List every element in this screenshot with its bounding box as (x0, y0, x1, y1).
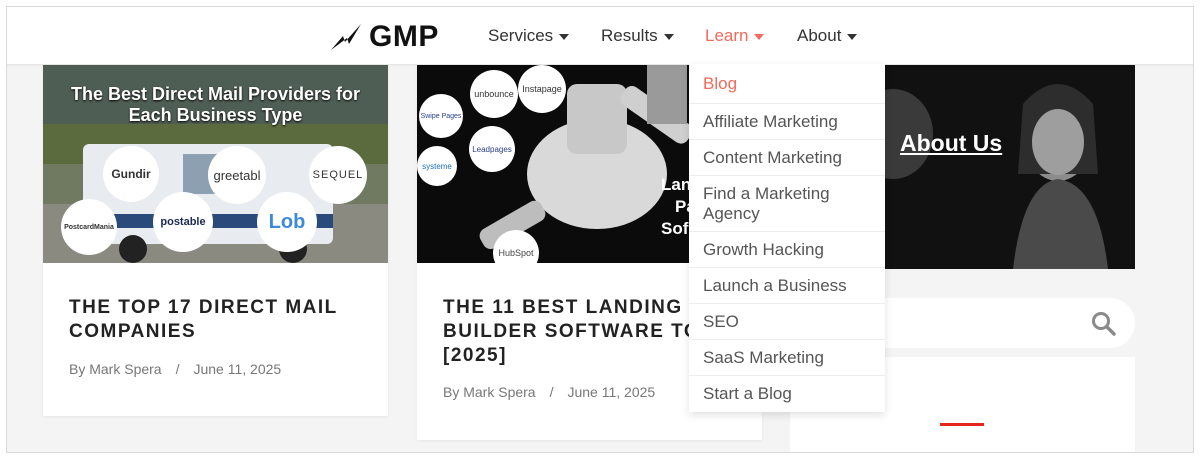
post-card[interactable]: The Best Direct Mail Providers for Each … (43, 64, 388, 416)
image-headline: The Best Direct Mail Providers for Each … (70, 84, 361, 125)
nav-about[interactable]: About (797, 26, 858, 46)
post-meta: By Mark Spera / June 11, 2025 (69, 361, 281, 377)
post-date: June 11, 2025 (193, 361, 282, 377)
post-meta: By Mark Spera / June 11, 2025 (443, 384, 655, 400)
post-author[interactable]: By Mark Spera (443, 384, 536, 400)
logo-bubble: Gundir (103, 146, 159, 202)
nav-learn[interactable]: Learn (705, 26, 765, 46)
menu-item-find-agency[interactable]: Find a Marketing Agency (689, 176, 885, 232)
lightning-icon (331, 24, 361, 50)
nav-learn-label: Learn (705, 26, 749, 45)
search-input[interactable] (873, 298, 1135, 348)
logo-bubble: systeme (417, 146, 457, 186)
nav-about-label: About (797, 26, 842, 45)
logo-bubble: Instapage (518, 65, 566, 113)
menu-item-affiliate-marketing[interactable]: Affiliate Marketing (689, 104, 885, 140)
caret-down-icon (754, 34, 765, 40)
logo-bubble: PostcardMania (61, 199, 117, 255)
logo-text: GMP (369, 20, 439, 53)
meta-separator: / (549, 384, 554, 400)
nav-results[interactable]: Results (601, 26, 674, 46)
logo-bubble: Lob (257, 192, 317, 252)
caret-down-icon (559, 34, 570, 40)
learn-dropdown-menu: Blog Affiliate Marketing Content Marketi… (689, 64, 885, 412)
meta-separator: / (175, 361, 180, 377)
logo-bubble: unbounce (470, 70, 518, 118)
menu-item-blog[interactable]: Blog (689, 64, 885, 104)
caret-down-icon (663, 34, 674, 40)
menu-item-growth-hacking[interactable]: Growth Hacking (689, 232, 885, 268)
post-author[interactable]: By Mark Spera (69, 361, 162, 377)
logo-bubble: Leadpages (469, 126, 515, 172)
accent-divider (940, 423, 984, 426)
site-header: GMP Services Results Learn About (7, 7, 1193, 65)
logo-bubble: Swipe Pages (419, 94, 463, 138)
site-logo[interactable]: GMP (329, 20, 439, 53)
menu-item-content-marketing[interactable]: Content Marketing (689, 140, 885, 176)
post-date: June 11, 2025 (567, 384, 656, 400)
nav-results-label: Results (601, 26, 658, 45)
menu-item-seo[interactable]: SEO (689, 304, 885, 340)
post-thumbnail[interactable]: The Best Direct Mail Providers for Each … (43, 64, 388, 263)
caret-down-icon (847, 34, 858, 40)
about-photo (873, 64, 1135, 269)
menu-item-saas-marketing[interactable]: SaaS Marketing (689, 340, 885, 376)
menu-item-start-blog[interactable]: Start a Blog (689, 376, 885, 412)
logo-bubble: greetabl (208, 146, 266, 204)
about-us-banner[interactable]: About Us (873, 64, 1135, 269)
nav-services[interactable]: Services (488, 26, 570, 46)
search-icon[interactable] (1091, 311, 1117, 337)
page-frame: GMP Services Results Learn About The Bes… (6, 6, 1194, 453)
logo-bubble: SEQUEL (309, 146, 367, 204)
about-us-title[interactable]: About Us (900, 130, 1002, 157)
logo-bubble: postable (153, 192, 213, 252)
post-title[interactable]: The Top 17 Direct Mail Companies (69, 296, 369, 344)
nav-services-label: Services (488, 26, 554, 45)
menu-item-launch-business[interactable]: Launch a Business (689, 268, 885, 304)
